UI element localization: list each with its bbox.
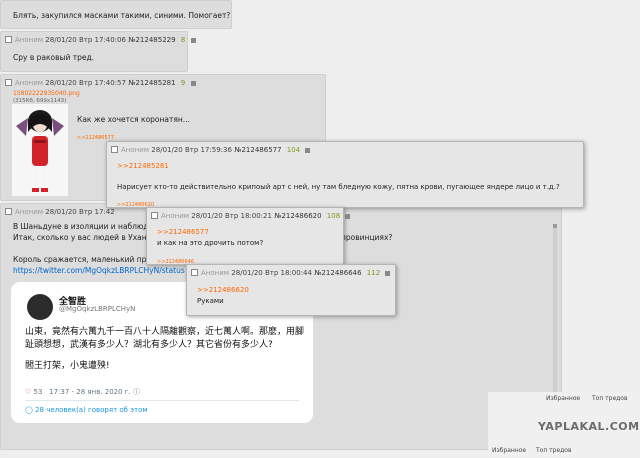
post-author: Аноним	[121, 146, 150, 154]
post-count: 104	[286, 146, 301, 154]
tweet-people[interactable]: ◯ 28 человек(а) говорят об этом	[25, 406, 148, 414]
tweet-meta: ♡ 53 17:37 - 28 янв. 2020 г. ⓘ	[25, 387, 140, 397]
tweet-time[interactable]: 17:37 - 28 янв. 2020 г.	[49, 388, 131, 396]
select-checkbox[interactable]	[5, 79, 12, 86]
file-name-link[interactable]: 15802222935040.png	[13, 90, 80, 97]
info-icon[interactable]: ⓘ	[133, 388, 140, 396]
select-checkbox[interactable]	[5, 208, 12, 215]
post-date: 28/01/20 Втр 18:00:44	[231, 269, 312, 277]
post-count: 112	[366, 269, 381, 277]
post-number[interactable]: №212486577	[234, 146, 281, 154]
post-text-line-2-end: провинциях?	[341, 233, 393, 242]
tweet-paragraph-1: 山東，竟然有六萬九千一百八十人隔離觀察，近七萬人啊。那麼，用腳趾頭想想，武漢有多…	[25, 327, 305, 350]
post-author: Аноним	[161, 212, 190, 220]
tweet-text: 山東，竟然有六萬九千一百八十人隔離觀察，近七萬人啊。那麼，用腳趾頭想想，武漢有多…	[25, 326, 307, 373]
tweet-people-text: 28 человек(а) говорят об этом	[35, 406, 148, 414]
post-number[interactable]: №212486646	[314, 269, 361, 277]
post-author: Аноним	[201, 269, 230, 277]
reply-link[interactable]: >>212486620	[197, 285, 249, 296]
post-menu-icon[interactable]	[190, 38, 196, 43]
post-text-line-1: В Шаньдуне в изоляции и наблюде	[13, 222, 154, 231]
post-text: Сру в раковый тред.	[13, 53, 95, 62]
post-count: 9	[180, 79, 186, 87]
post-date: 28/01/20 Втр 17:40:57	[45, 79, 126, 87]
post-text-line-2: Итак, сколько у вас людей в Ухане	[13, 233, 152, 242]
post-number[interactable]: №212486620	[274, 212, 321, 220]
post-header: Аноним 28/01/20 Втр 17:59:36 №212486577 …	[111, 146, 311, 154]
popup-post-212486646: Аноним 28/01/20 Втр 18:00:44 №212486646 …	[186, 264, 396, 316]
post-text-line-3: Король сражается, маленький приз	[13, 255, 156, 264]
select-checkbox[interactable]	[111, 146, 118, 153]
post-count: 8	[180, 36, 186, 44]
popup-post-212486577: Аноним 28/01/20 Втр 17:59:36 №212486577 …	[106, 141, 584, 208]
post-thumbnail-image[interactable]	[12, 104, 68, 196]
watermark-logo: YAPLAKAL.COM	[538, 420, 640, 433]
post-menu-icon[interactable]	[305, 148, 311, 153]
post-author: Аноним	[15, 208, 44, 216]
post-212485229: Аноним 28/01/20 Втр 17:40:06 №212485229 …	[0, 31, 196, 72]
post-header: Аноним 28/01/20 Втр 18:00:21 №212486620 …	[151, 212, 351, 220]
top-threads-link-top[interactable]: Топ тредов	[592, 395, 628, 402]
post-header: Аноним 28/01/20 Втр 17:40:57 №212485281 …	[5, 79, 196, 87]
post-text: Нарисует кто-то действительно крипоый ар…	[117, 183, 560, 191]
post-top-text: Блять, закупился масками такими, синими.…	[13, 11, 231, 20]
top-threads-link[interactable]: Топ тредов	[536, 447, 572, 454]
heart-icon[interactable]: ♡	[25, 388, 31, 396]
post-text: и как на это дрочить потом?	[157, 239, 264, 247]
post-menu-icon[interactable]	[345, 214, 351, 219]
popup-post-212486620: Аноним 28/01/20 Втр 18:00:21 №212486620 …	[146, 207, 351, 265]
post-top: Блять, закупился масками такими, синими.…	[0, 0, 232, 29]
favorites-link-top[interactable]: Избранное	[546, 395, 580, 402]
tweet-avatar[interactable]	[27, 294, 53, 320]
post-text: Как же хочется коронатян...	[77, 115, 190, 124]
reply-link[interactable]: >>212485281	[117, 161, 169, 172]
post-header: Аноним 28/01/20 Втр 17:42	[5, 208, 115, 216]
post-menu-icon[interactable]	[190, 81, 196, 86]
post-header: Аноним 28/01/20 Втр 17:40:06 №212485229 …	[5, 36, 196, 44]
tweet-divider	[25, 400, 299, 401]
post-text: Руками	[197, 297, 224, 305]
select-checkbox[interactable]	[151, 212, 158, 219]
tweet-handle[interactable]: @MgOqkzLBRPLCHyN	[59, 305, 135, 313]
post-number[interactable]: №212485281	[128, 79, 175, 87]
select-checkbox[interactable]	[5, 36, 12, 43]
tweet-paragraph-2: 閻王打架，小鬼遭殃!	[25, 361, 110, 371]
tweet-likes: 53	[33, 388, 43, 396]
post-menu-icon[interactable]	[385, 271, 391, 276]
scrollbar-up-icon[interactable]	[553, 224, 557, 228]
reply-link[interactable]: >>212486577	[157, 227, 209, 238]
anime-girl-image	[16, 110, 64, 192]
post-header: Аноним 28/01/20 Втр 18:00:44 №212486646 …	[191, 269, 391, 277]
post-date: 28/01/20 Втр 18:00:21	[191, 212, 272, 220]
favorites-link[interactable]: Избранное	[492, 447, 526, 454]
post-count: 108	[326, 212, 341, 220]
select-checkbox[interactable]	[191, 269, 198, 276]
twitter-link[interactable]: https://twitter.com/MgOqkzLBRPLCHyN/stat…	[13, 265, 185, 276]
post-date: 28/01/20 Втр 17:40:06	[45, 36, 126, 44]
post-date: 28/01/20 Втр 17:42	[45, 208, 115, 216]
post-author: Аноним	[15, 36, 44, 44]
post-author: Аноним	[15, 79, 44, 87]
comment-icon: ◯	[25, 406, 33, 414]
post-date: 28/01/20 Втр 17:59:36	[151, 146, 232, 154]
post-number[interactable]: №212485229	[128, 36, 175, 44]
